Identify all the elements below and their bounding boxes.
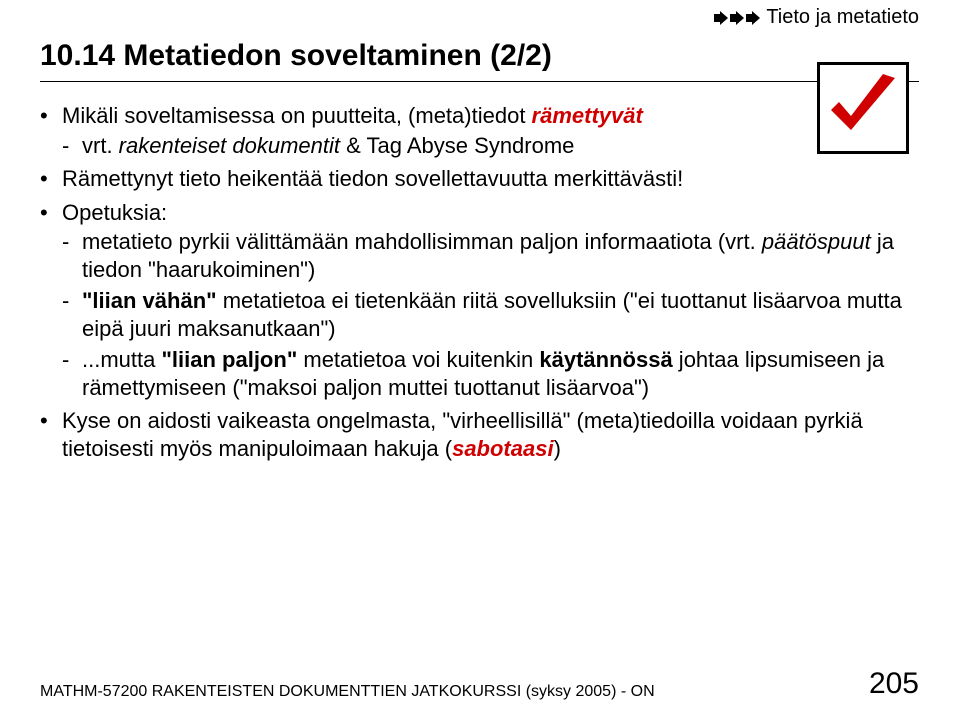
emphasis: käytännössä — [539, 347, 672, 372]
text: vrt. — [82, 133, 119, 158]
text: Opetuksia: — [62, 200, 167, 225]
emphasis: päätöspuut — [762, 229, 871, 254]
breadcrumb-label: Tieto ja metatieto — [766, 6, 919, 29]
footer-course: MATHM-57200 RAKENTEISTEN DOKUMENTTIEN JA… — [40, 683, 655, 701]
text: & Tag Abyse Syndrome — [340, 133, 574, 158]
arrow-right-icon — [714, 11, 728, 25]
content: Mikäli soveltamisessa on puutteita, (met… — [40, 102, 919, 462]
slide-title: 10.14 Metatiedon soveltaminen (2/2) — [40, 39, 552, 73]
bullet-3b: "liian vähän" metatietoa ei tietenkään r… — [62, 287, 919, 342]
emphasis: rakenteiset dokumentit — [119, 133, 340, 158]
arrow-right-icon — [730, 11, 744, 25]
emphasis: sabotaasi — [452, 436, 554, 461]
checkmark-icon — [823, 68, 903, 148]
breadcrumb: Tieto ja metatieto — [40, 6, 919, 29]
bullet-3c: ...mutta "liian paljon" metatietoa voi k… — [62, 346, 919, 401]
text: metatieto pyrkii välittämään mahdollisim… — [82, 229, 762, 254]
bullet-2: Rämettynyt tieto heikentää tiedon sovell… — [40, 165, 760, 193]
quote: "liian paljon" — [161, 347, 297, 372]
text: Rämettynyt tieto heikentää tiedon sovell… — [62, 166, 683, 191]
arrow-right-icon — [746, 11, 760, 25]
bullet-1: Mikäli soveltamisessa on puutteita, (met… — [40, 102, 760, 159]
emphasis: rämettyvät — [532, 103, 643, 128]
text: metatietoa voi kuitenkin — [297, 347, 539, 372]
text: Mikäli soveltamisessa on puutteita, (met… — [62, 103, 532, 128]
bullet-3a: metatieto pyrkii välittämään mahdollisim… — [62, 228, 919, 283]
bullet-1-sub: vrt. rakenteiset dokumentit & Tag Abyse … — [62, 132, 760, 160]
slide-title-row: 10.14 Metatiedon soveltaminen (2/2) — [40, 39, 919, 82]
checkmark-box — [817, 62, 909, 154]
bullet-4: Kyse on aidosti vaikeasta ongelmasta, "v… — [40, 407, 919, 462]
slide: Tieto ja metatieto 10.14 Metatiedon sove… — [0, 0, 959, 715]
quote: "liian vähän" — [82, 288, 217, 313]
footer: MATHM-57200 RAKENTEISTEN DOKUMENTTIEN JA… — [40, 667, 919, 701]
bullet-3: Opetuksia: metatieto pyrkii välittämään … — [40, 199, 919, 402]
text: ) — [554, 436, 561, 461]
text: ...mutta — [82, 347, 161, 372]
page-number: 205 — [869, 667, 919, 701]
